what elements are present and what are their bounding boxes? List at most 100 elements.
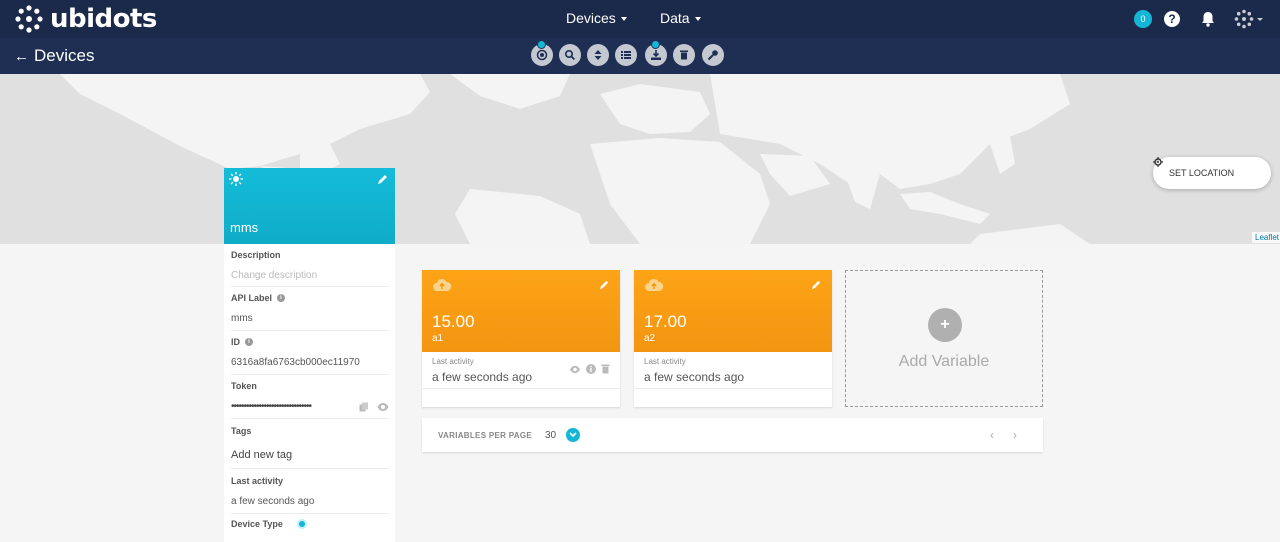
ubidots-logo-icon <box>15 5 43 33</box>
per-page-dropdown[interactable] <box>566 428 580 442</box>
info-icon[interactable] <box>586 364 596 374</box>
key-icon <box>707 50 718 61</box>
device-details-panel: Description Change description API Label… <box>224 244 395 542</box>
variable-card[interactable]: 15.00 a1 Last activity a few seconds ago <box>422 270 620 407</box>
variable-label: a1 <box>432 333 444 344</box>
variable-last-activity-value: a few seconds ago <box>644 370 745 384</box>
leaflet-attribution-link[interactable]: Leaflet <box>1252 232 1280 243</box>
device-header-card: mms <box>224 168 395 244</box>
description-label: Description <box>231 250 281 260</box>
device-toolbar: ← Devices <box>0 38 1280 74</box>
description-input[interactable]: Change description <box>231 270 389 281</box>
notification-count-badge[interactable]: 0 <box>1134 10 1152 28</box>
variable-card-header: 15.00 a1 <box>422 270 620 352</box>
variable-card[interactable]: 17.00 a2 Last activity a few seconds ago <box>634 270 832 407</box>
variable-value: 15.00 <box>432 312 475 331</box>
variable-value: 17.00 <box>644 312 687 331</box>
id-field: ID i 6316a8fa6763cb000ec11970 <box>231 337 389 375</box>
description-field: Description Change description <box>231 250 389 287</box>
device-type-label: Device Type <box>231 519 389 529</box>
search-button[interactable] <box>559 44 581 66</box>
api-label-value[interactable]: mms <box>231 313 389 324</box>
api-label-field: API Label i mms <box>231 293 389 331</box>
list-icon <box>621 51 631 59</box>
token-value: •••••••••••••••••••••••••••••••• <box>231 401 312 412</box>
previous-page-button[interactable]: ‹ <box>990 428 994 442</box>
user-menu[interactable] <box>1234 9 1264 29</box>
api-label-text: API Label <box>231 293 273 303</box>
token-field: Token •••••••••••••••••••••••••••••••• <box>231 381 389 419</box>
pencil-icon[interactable] <box>377 173 389 185</box>
nav-devices-menu[interactable]: Devices <box>566 10 627 26</box>
sort-button[interactable] <box>587 44 609 66</box>
nav-data-label: Data <box>660 10 690 26</box>
device-view-button[interactable] <box>531 40 553 66</box>
variable-card-header: 17.00 a2 <box>634 270 832 352</box>
trash-icon[interactable] <box>601 364 610 374</box>
tags-field: Tags Add new tag <box>231 426 389 469</box>
bell-icon[interactable] <box>1198 9 1218 29</box>
chevron-down-icon <box>569 432 577 438</box>
delete-device-button[interactable] <box>673 44 695 66</box>
target-icon <box>536 49 548 61</box>
set-location-button[interactable]: SET LOCATION <box>1153 157 1271 189</box>
pencil-icon[interactable] <box>811 279 822 290</box>
variables-per-page-value: 30 <box>545 430 557 441</box>
id-label-text: ID <box>231 337 240 347</box>
active-indicator <box>651 40 660 49</box>
nav-devices-label: Devices <box>566 10 616 26</box>
last-activity-label: Last activity <box>231 476 284 486</box>
device-name[interactable]: mms <box>230 220 258 235</box>
active-indicator <box>537 40 546 49</box>
ubidots-logo[interactable]: ubidots <box>14 4 157 34</box>
back-to-devices-link[interactable]: ← Devices <box>14 46 94 66</box>
trash-icon <box>680 50 688 60</box>
pencil-icon[interactable] <box>599 279 610 290</box>
download-button[interactable] <box>645 40 667 66</box>
arrow-left-icon: ← <box>14 48 29 65</box>
tags-label: Tags <box>231 426 252 436</box>
variable-label: a2 <box>644 333 656 344</box>
variable-last-activity-value: a few seconds ago <box>432 370 533 384</box>
add-tag-input[interactable]: Add new tag <box>231 449 389 461</box>
eye-icon[interactable] <box>569 365 581 374</box>
add-variable-label: Add Variable <box>898 353 990 370</box>
divider <box>634 388 832 389</box>
nav-data-menu[interactable]: Data <box>660 10 701 26</box>
last-activity-field: Last activity a few seconds ago <box>231 476 389 514</box>
token-label: Token <box>231 381 257 391</box>
brand-name: ubidots <box>50 4 157 34</box>
variables-pagination: VARIABLES PER PAGE 30 ‹ › <box>422 418 1043 452</box>
page-title: Devices <box>34 46 95 65</box>
variable-last-activity-label: Last activity <box>432 357 474 366</box>
id-value: 6316a8fa6763cb000ec11970 <box>231 357 360 368</box>
chevron-down-icon <box>620 17 627 22</box>
set-location-label: SET LOCATION <box>1169 168 1235 178</box>
list-view-button[interactable] <box>615 44 637 66</box>
help-icon[interactable]: ? <box>1164 11 1180 27</box>
id-label: ID i <box>231 337 389 347</box>
device-type-text: Device Type <box>231 519 283 529</box>
sort-icon <box>594 50 602 60</box>
plus-icon: + <box>928 308 962 342</box>
last-activity-value: a few seconds ago <box>231 496 315 507</box>
api-label-label: API Label i <box>231 293 389 303</box>
device-type-toggle[interactable] <box>296 519 307 529</box>
crosshair-icon <box>1153 157 1163 167</box>
eye-icon[interactable] <box>377 402 389 412</box>
next-page-button[interactable]: › <box>1013 428 1017 442</box>
device-location-map[interactable]: SET LOCATION <box>0 74 1280 244</box>
device-type-field: Device Type <box>231 519 389 542</box>
variable-actions <box>569 364 610 374</box>
cloud-upload-icon <box>433 278 452 291</box>
info-icon[interactable]: i <box>277 294 286 302</box>
world-map-illustration <box>60 74 1090 244</box>
info-icon[interactable]: i <box>245 338 253 346</box>
avatar-icon <box>1234 9 1263 29</box>
top-navbar: ubidots Devices Data 0 ? <box>0 0 1280 38</box>
add-variable-button[interactable]: + Add Variable <box>845 270 1043 407</box>
search-icon <box>564 49 576 61</box>
variable-last-activity-label: Last activity <box>644 357 686 366</box>
copy-icon[interactable] <box>359 402 369 412</box>
keys-button[interactable] <box>702 44 724 66</box>
